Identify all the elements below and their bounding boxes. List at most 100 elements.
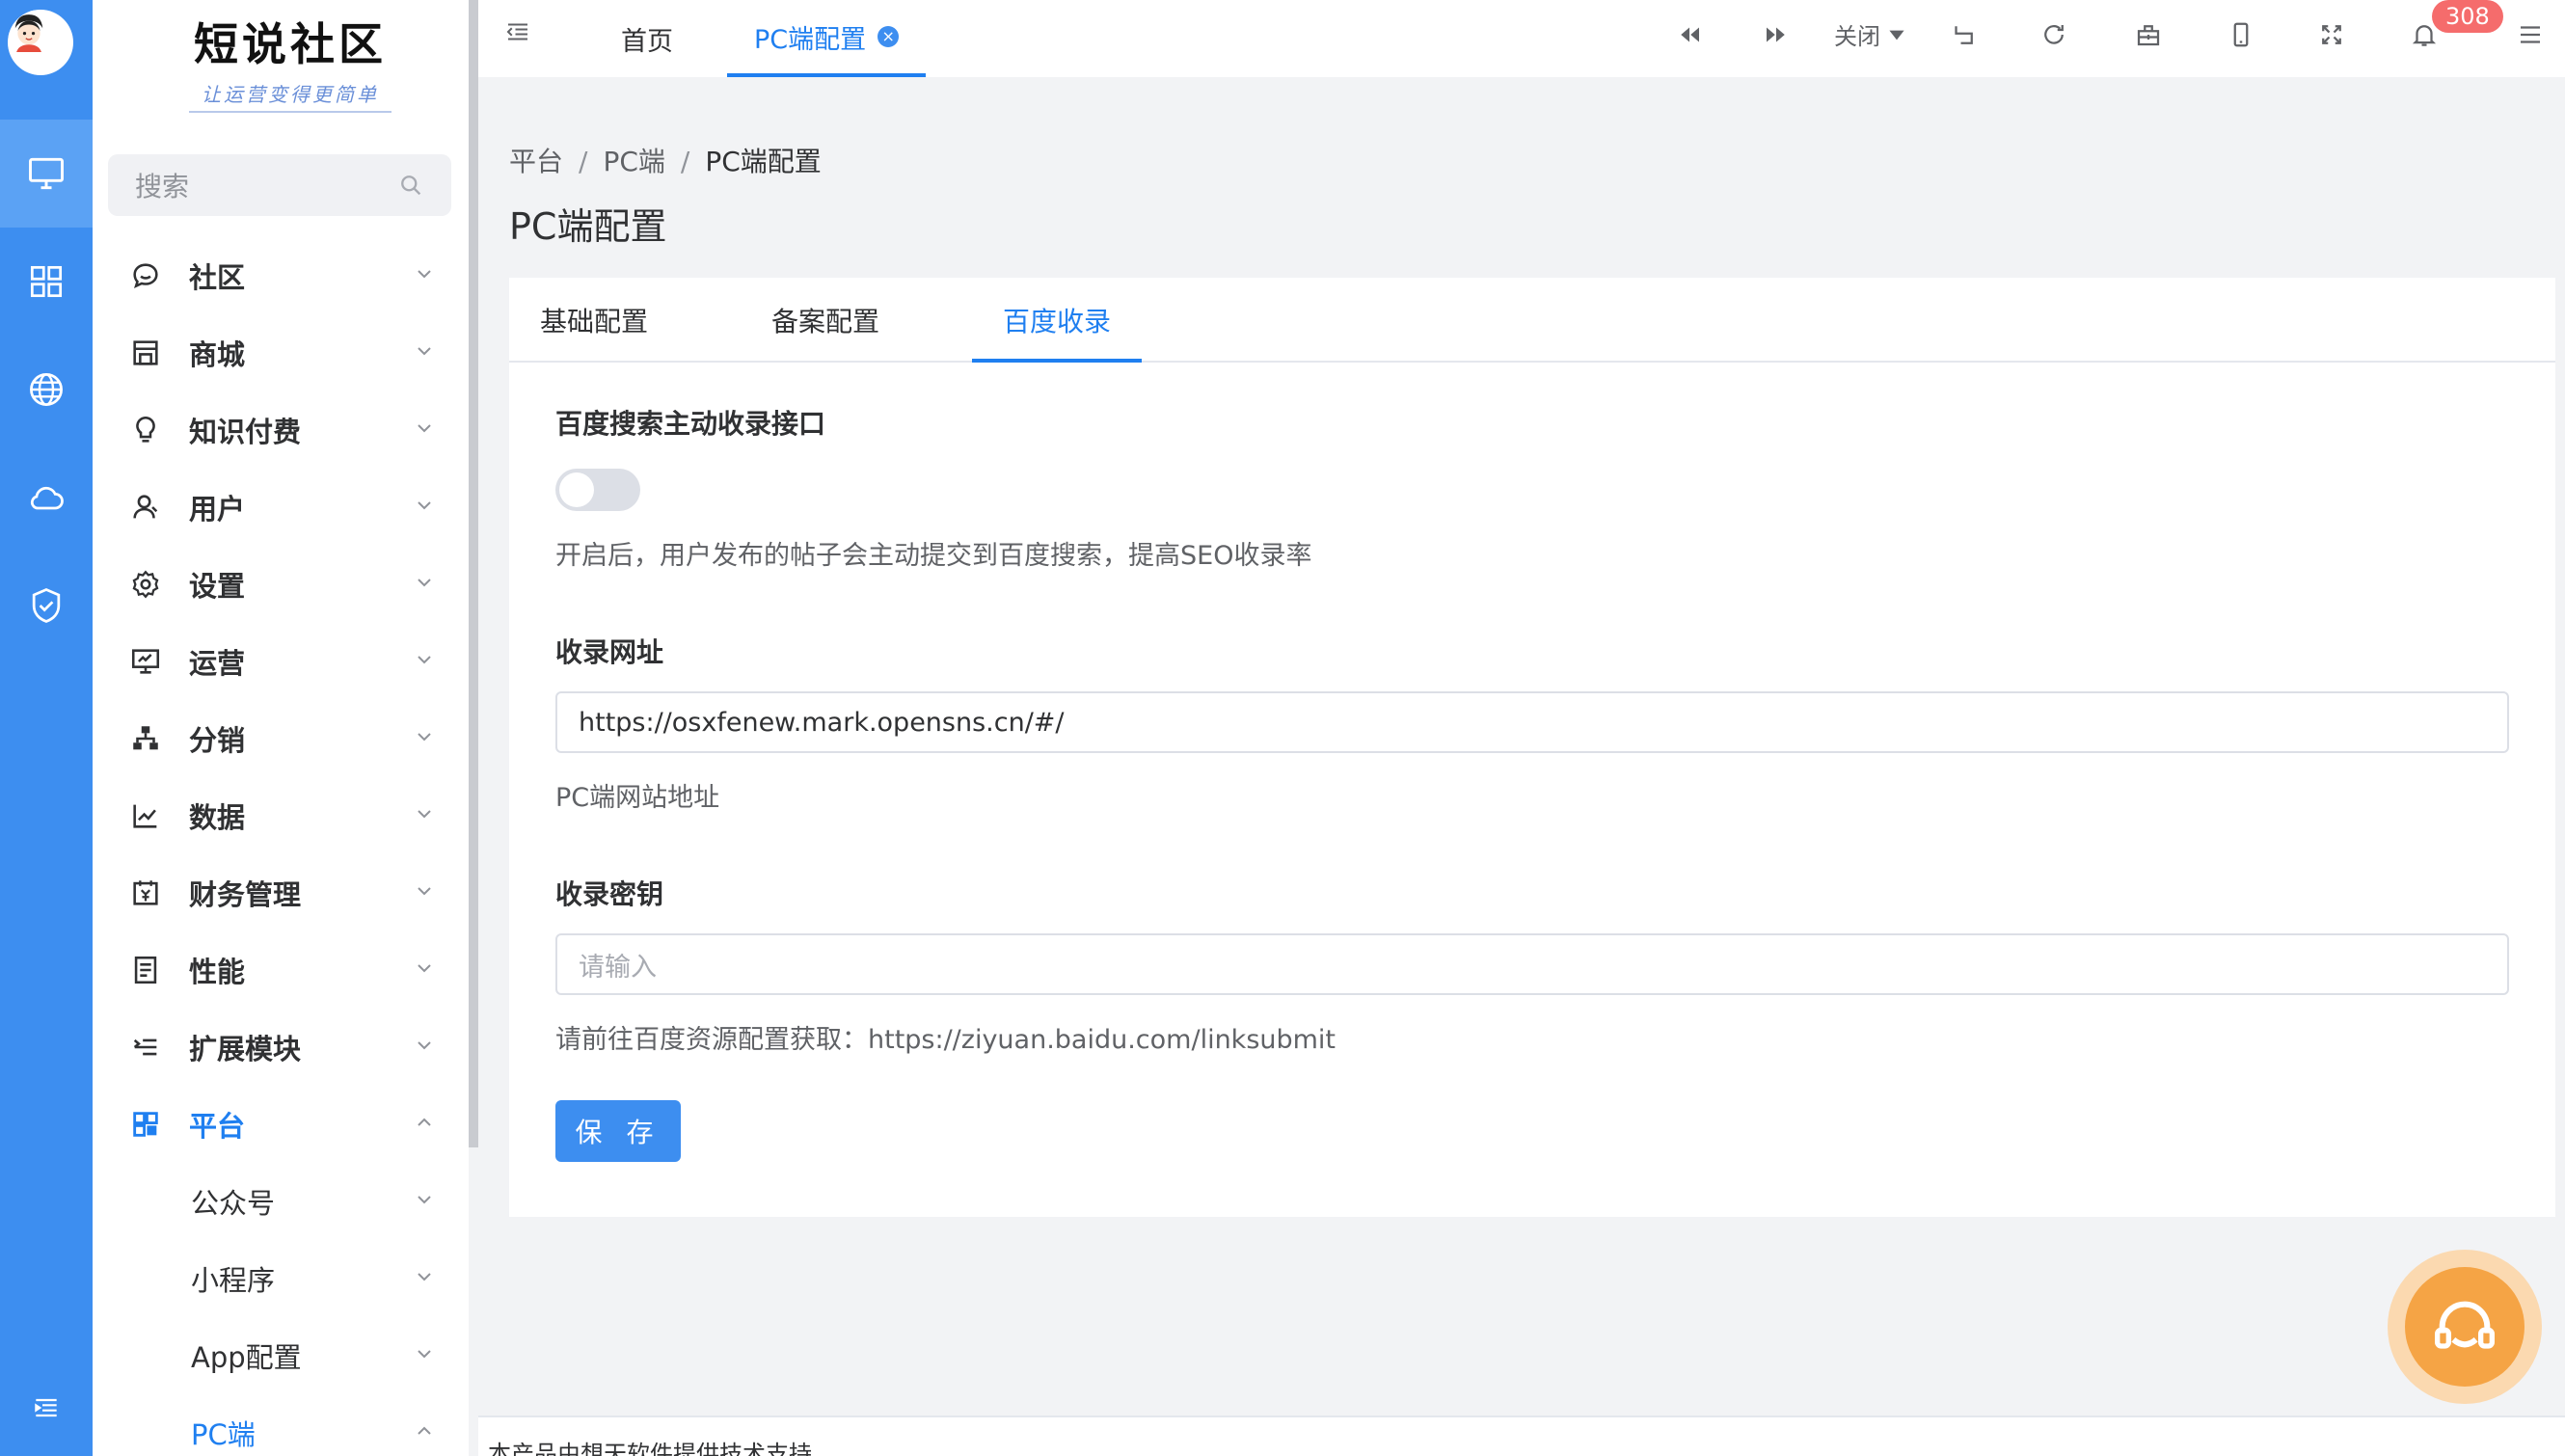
- gear-icon: [129, 567, 164, 602]
- customer-service-button[interactable]: [2388, 1250, 2542, 1404]
- sidebar-item-platform[interactable]: 平台: [93, 1086, 469, 1163]
- tab-filing-config[interactable]: 备案配置: [771, 278, 879, 363]
- footer: 本产品由想天软件提供技术支持: [478, 1416, 2565, 1456]
- submenu-item-mini-program[interactable]: 小程序: [93, 1240, 469, 1317]
- chevron-down-icon: [413, 1188, 436, 1215]
- sidebar-item-store[interactable]: 商城: [93, 314, 469, 391]
- fullscreen-icon: [2322, 25, 2341, 44]
- report-icon: [129, 953, 164, 987]
- footer-text: 本产品由想天软件提供技术支持: [488, 1441, 812, 1456]
- sidebar-menu: 社区 商城 知识付费 用户 设置 运营 分销 数据 财务管理 性能 扩展模块 平…: [93, 237, 469, 1456]
- submenu-item-app-config[interactable]: App配置: [93, 1317, 469, 1394]
- sidebar-item-performance[interactable]: 性能: [93, 931, 469, 1009]
- sidebar-scrollbar[interactable]: [469, 0, 478, 1147]
- undo-button[interactable]: [1944, 15, 1983, 54]
- push-toggle[interactable]: [555, 469, 640, 511]
- tab-baidu-index[interactable]: 百度收录: [1003, 278, 1111, 363]
- store-icon: [129, 336, 164, 370]
- sidebar-item-finance[interactable]: 财务管理: [93, 854, 469, 931]
- line-chart-icon: [129, 798, 164, 833]
- toolbox-icon: [2137, 25, 2160, 46]
- active-tab-indicator: [972, 359, 1142, 363]
- key-input[interactable]: 请输入: [555, 933, 2509, 995]
- app-rail: [0, 0, 93, 1456]
- sidebar-item-user[interactable]: 用户: [93, 469, 469, 546]
- breadcrumb-item[interactable]: 平台: [509, 146, 563, 177]
- sidebar-item-community[interactable]: 社区: [93, 237, 469, 314]
- tab-basic-config[interactable]: 基础配置: [540, 278, 648, 363]
- extension-icon: [129, 1030, 164, 1065]
- push-help: 开启后，用户发布的帖子会主动提交到百度搜索，提高SEO收录率: [555, 541, 1312, 571]
- sidebar-item-settings[interactable]: 设置: [93, 546, 469, 623]
- tab-home[interactable]: 首页: [621, 0, 673, 77]
- page-title: PC端配置: [509, 205, 667, 248]
- save-button[interactable]: 保 存: [555, 1100, 681, 1162]
- headset-icon: [2435, 1301, 2495, 1349]
- sidebar-search[interactable]: 搜索: [108, 154, 451, 216]
- rail-apps[interactable]: [0, 228, 93, 336]
- breadcrumb-current: PC端配置: [705, 146, 822, 177]
- finance-icon: [129, 876, 164, 910]
- mobile-icon: [2233, 22, 2249, 47]
- chevron-down-icon: [413, 417, 436, 444]
- submenu-item-label: 小程序: [191, 1264, 276, 1297]
- sidebar-item-data[interactable]: 数据: [93, 777, 469, 854]
- sidebar-item-label: 性能: [189, 956, 246, 988]
- sidebar-item-operations[interactable]: 运营: [93, 623, 469, 700]
- sidebar-item-label: 财务管理: [189, 878, 302, 911]
- platform-icon: [129, 1107, 164, 1142]
- rail-cloud[interactable]: [0, 444, 93, 552]
- chevron-down-icon: [413, 262, 436, 289]
- url-help: PC端网站地址: [555, 783, 720, 813]
- toolbox-button[interactable]: [2129, 15, 2168, 54]
- sidebar-toggle[interactable]: [503, 17, 532, 50]
- cloud-icon: [30, 486, 64, 510]
- chevron-down-icon: [413, 957, 436, 984]
- url-input[interactable]: https://osxfenew.mark.opensns.cn/#/: [555, 691, 2509, 753]
- hierarchy-icon: [129, 721, 164, 756]
- sidebar-item-extensions[interactable]: 扩展模块: [93, 1009, 469, 1086]
- submenu-item-pc[interactable]: PC端: [93, 1394, 469, 1456]
- search-icon[interactable]: [397, 172, 424, 199]
- sidebar-item-label: 扩展模块: [189, 1033, 302, 1065]
- breadcrumb-separator: /: [579, 146, 588, 177]
- sidebar-item-label: 数据: [189, 801, 246, 834]
- tab-label: 备案配置: [771, 306, 880, 337]
- rail-collapse[interactable]: [0, 1354, 93, 1456]
- bulb-icon: [129, 413, 164, 447]
- close-icon[interactable]: ×: [878, 26, 900, 47]
- breadcrumb-item[interactable]: PC端: [603, 146, 664, 177]
- chevron-down-icon: [413, 1342, 436, 1369]
- url-label: 收录网址: [555, 636, 664, 668]
- baidu-form: 百度搜索主动收录接口 开启后，用户发布的帖子会主动提交到百度搜索，提高SEO收录…: [555, 403, 2509, 1162]
- rail-monitor[interactable]: [0, 120, 93, 228]
- logo[interactable]: 短说社区 让运营变得更简单: [179, 10, 401, 116]
- more-menu-button[interactable]: [2511, 15, 2550, 54]
- sidebar-item-label: 商城: [189, 338, 246, 371]
- sidebar-item-distribution[interactable]: 分销: [93, 700, 469, 777]
- fullscreen-button[interactable]: [2312, 15, 2351, 54]
- sidebar-item-knowledge[interactable]: 知识付费: [93, 391, 469, 469]
- sidebar: 短说社区 让运营变得更简单 搜索 社区 商城 知识付费 用户 设置 运营 分销 …: [93, 0, 469, 1456]
- logo-underline: [189, 111, 392, 113]
- rail-globe[interactable]: [0, 336, 93, 444]
- toggle-knob: [559, 472, 594, 507]
- key-label: 收录密钥: [555, 878, 664, 910]
- sidebar-item-label: 知识付费: [189, 416, 302, 448]
- submenu-item-official-account[interactable]: 公众号: [93, 1163, 469, 1240]
- scroll-right-button[interactable]: [1757, 15, 1796, 54]
- chevron-down-icon: [413, 879, 436, 906]
- refresh-button[interactable]: [2035, 15, 2073, 54]
- avatar-icon: [8, 10, 50, 52]
- menu-fold-icon: [506, 23, 527, 40]
- scroll-left-button[interactable]: [1670, 15, 1709, 54]
- avatar[interactable]: [8, 10, 73, 75]
- tab-pc-config[interactable]: PC端配置 ×: [727, 0, 927, 77]
- monitor-icon: [29, 157, 64, 190]
- chevron-down-icon: [413, 1265, 436, 1292]
- rail-shield[interactable]: [0, 552, 93, 660]
- mobile-preview-button[interactable]: [2222, 15, 2260, 54]
- globe-icon: [30, 373, 63, 406]
- chevron-down-icon: [413, 802, 436, 829]
- close-tabs-dropdown[interactable]: 关闭: [1834, 17, 1909, 51]
